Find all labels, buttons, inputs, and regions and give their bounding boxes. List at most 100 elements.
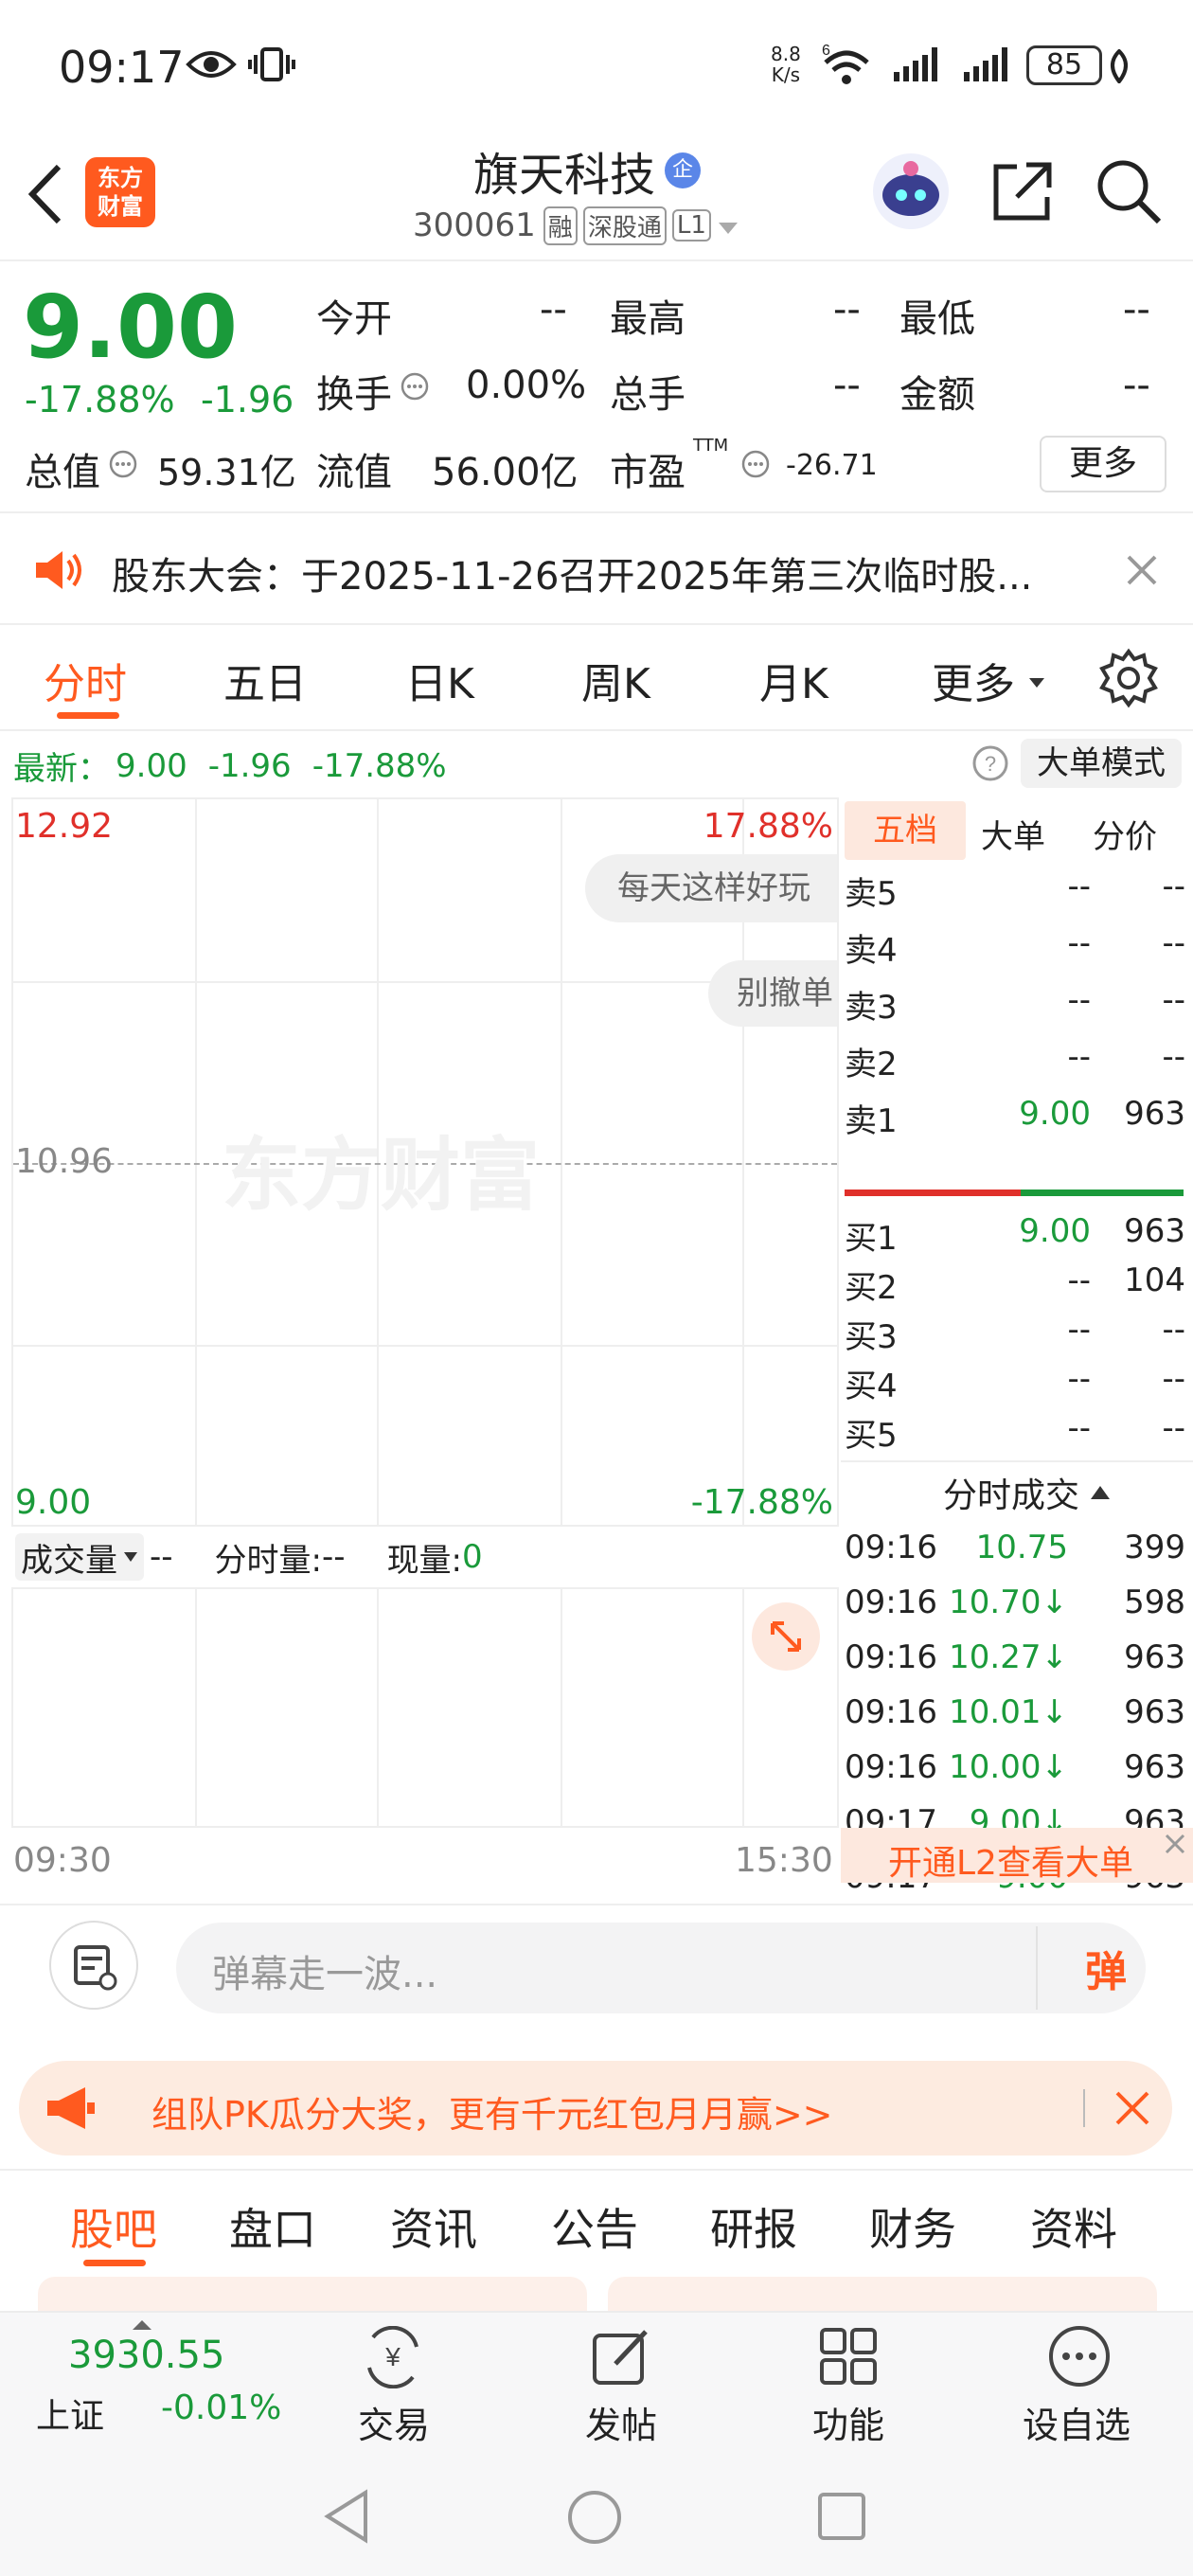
danmu-placeholder: 弹幕走一波... bbox=[212, 1953, 438, 1996]
tab-finance[interactable]: 财务 bbox=[869, 2195, 956, 2258]
nav-add-watchlist[interactable]: 设自选 bbox=[994, 2313, 1165, 2453]
more-button[interactable]: 更多 bbox=[1040, 436, 1166, 492]
l2-banner[interactable]: 开通L2查看大单 bbox=[841, 1828, 1193, 1883]
latest-label: 最新： bbox=[13, 750, 110, 788]
tick-volume: 963 bbox=[1124, 1748, 1185, 1786]
danmu-input[interactable]: 弹幕走一波... 弹 bbox=[176, 1923, 1146, 2013]
back-icon[interactable] bbox=[21, 161, 68, 231]
nav-add-watchlist-label: 设自选 bbox=[1023, 2405, 1131, 2446]
enterprise-badge: 企 bbox=[665, 152, 702, 188]
danmu-send-button[interactable]: 弹 bbox=[1085, 1938, 1127, 1998]
settings-gear-icon[interactable] bbox=[1098, 648, 1159, 712]
nav-trade[interactable]: ¥ 交易 bbox=[312, 2313, 473, 2453]
tab-five-day[interactable]: 五日 bbox=[223, 650, 307, 710]
info-icon[interactable] bbox=[108, 449, 138, 483]
nav-post[interactable]: 发帖 bbox=[540, 2313, 701, 2453]
danmu-bar: 弹幕走一波... 弹 bbox=[0, 1904, 1193, 2027]
info-icon[interactable] bbox=[740, 449, 771, 483]
card-peek bbox=[38, 2277, 587, 2311]
tab-weekly-k[interactable]: 周K bbox=[581, 650, 650, 710]
danmu-settings-icon[interactable] bbox=[49, 1921, 138, 2010]
grid-line bbox=[13, 1345, 837, 1347]
stock-code: 300061 bbox=[413, 206, 536, 244]
bottom-nav: 3930.55 上证 -0.01% ¥ 交易 发帖 功能 设自选 bbox=[0, 2311, 1193, 2451]
svg-text:¥: ¥ bbox=[384, 2342, 401, 2371]
close-icon[interactable] bbox=[1125, 553, 1159, 591]
tab-monthly-k[interactable]: 月K bbox=[759, 650, 828, 710]
bid-label: 买4 bbox=[845, 1368, 898, 1405]
cur-vol-value: 0 bbox=[462, 1538, 483, 1576]
wifi-icon: 6 bbox=[820, 42, 873, 91]
tab-more[interactable]: 更多 bbox=[932, 650, 1015, 710]
robot-assistant-icon[interactable] bbox=[871, 152, 951, 235]
volume-chart[interactable] bbox=[11, 1587, 839, 1828]
field-value-open: -- bbox=[540, 288, 567, 331]
dropdown-icon[interactable] bbox=[717, 206, 739, 244]
tick-price: 10.01↓ bbox=[949, 1693, 1068, 1731]
share-icon[interactable] bbox=[988, 157, 1057, 229]
index-ticker[interactable]: 3930.55 上证 -0.01% bbox=[0, 2313, 284, 2453]
bid-volume: -- bbox=[1162, 1360, 1185, 1398]
tab-intraday[interactable]: 分时 bbox=[44, 650, 127, 710]
divider bbox=[1036, 1926, 1038, 2010]
tab-daily-k[interactable]: 日K bbox=[405, 650, 474, 710]
pe-sup: TTM bbox=[693, 436, 729, 456]
tick-price: 10.70↓ bbox=[949, 1583, 1068, 1621]
nav-functions[interactable]: 功能 bbox=[767, 2313, 928, 2453]
ticks-header[interactable]: 分时成交 bbox=[943, 1462, 1112, 1523]
tick-row: 09:16 10.01↓ 963 bbox=[841, 1691, 1193, 1746]
leaf-icon bbox=[1106, 48, 1132, 87]
ask-bid-ratio-bar bbox=[845, 1190, 1021, 1196]
tick-volume: 963 bbox=[1124, 1638, 1185, 1676]
ask-row: 卖1 9.00 963 bbox=[841, 1093, 1193, 1150]
home-circle-icon[interactable] bbox=[566, 2489, 623, 2546]
tick-time: 09:16 bbox=[845, 1529, 937, 1566]
quote-panel: 9.00 -17.88% -1.96 今开 -- 最高 -- 最低 -- 换手 … bbox=[0, 261, 1193, 508]
tab-pankou[interactable]: 盘口 bbox=[229, 2195, 316, 2258]
tab-announcements[interactable]: 公告 bbox=[551, 2195, 638, 2258]
back-triangle-icon[interactable] bbox=[322, 2489, 371, 2544]
tick-time: 09:16 bbox=[845, 1638, 937, 1676]
app-logo: 东方 财富 bbox=[85, 157, 155, 227]
close-icon[interactable] bbox=[1161, 1830, 1189, 1862]
notice-bar[interactable]: 股东大会：于2025-11-26召开2025年第三次临时股... bbox=[0, 511, 1193, 625]
stock-title: 旗天科技 企 bbox=[473, 140, 702, 202]
megaphone-icon bbox=[44, 2085, 97, 2135]
help-icon[interactable]: ? bbox=[971, 744, 1009, 786]
tab-price-split[interactable]: 分价 bbox=[1093, 811, 1157, 857]
notice-text: 股东大会：于2025-11-26召开2025年第三次临时股... bbox=[112, 555, 1033, 599]
grid-line bbox=[195, 1589, 197, 1826]
nav-post-label: 发帖 bbox=[585, 2405, 658, 2446]
tag-shengutong: 深股通 bbox=[582, 206, 667, 245]
tag-l1[interactable]: L1 bbox=[671, 209, 711, 242]
tab-profile[interactable]: 资料 bbox=[1030, 2195, 1117, 2258]
close-icon[interactable] bbox=[1113, 2089, 1151, 2131]
search-icon[interactable] bbox=[1093, 155, 1165, 231]
volume-value: -- bbox=[150, 1538, 173, 1576]
tab-big-orders[interactable]: 大单 bbox=[981, 811, 1045, 857]
tab-five-levels[interactable]: 五档 bbox=[845, 801, 966, 860]
field-value-low: -- bbox=[1123, 288, 1150, 331]
expand-icon[interactable] bbox=[752, 1602, 820, 1671]
grid-line bbox=[561, 799, 562, 1525]
tab-guba[interactable]: 股吧 bbox=[70, 2195, 157, 2258]
dropdown-icon[interactable] bbox=[1028, 674, 1045, 692]
change-pct: -17.88% bbox=[25, 379, 175, 420]
edit-icon bbox=[593, 2330, 648, 2385]
tick-row: 09:16 10.27↓ 963 bbox=[841, 1637, 1193, 1691]
recents-square-icon[interactable] bbox=[816, 2491, 867, 2542]
field-value-volume: -- bbox=[833, 364, 861, 407]
info-icon[interactable] bbox=[400, 371, 430, 405]
bid-volume: 963 bbox=[1124, 1212, 1185, 1250]
stock-name: 旗天科技 bbox=[473, 149, 656, 202]
promo-banner[interactable]: 组队PK瓜分大奖，更有千元红包月月赢>> bbox=[19, 2061, 1172, 2156]
danmu-bubble: 别撤单 bbox=[708, 960, 837, 1027]
tab-news[interactable]: 资讯 bbox=[390, 2195, 477, 2258]
ask-label: 卖2 bbox=[845, 1046, 898, 1083]
big-order-mode-button[interactable]: 大单模式 bbox=[1021, 739, 1182, 788]
volume-selector[interactable]: 成交量 bbox=[15, 1533, 144, 1581]
battery-indicator: 85 bbox=[1026, 45, 1102, 85]
intraday-chart[interactable]: 东方财富 12.92 17.88% 10.96 9.00 -17.88% 每天这… bbox=[11, 797, 839, 1527]
tab-research[interactable]: 研报 bbox=[710, 2195, 797, 2258]
field-value-high: -- bbox=[833, 288, 861, 331]
